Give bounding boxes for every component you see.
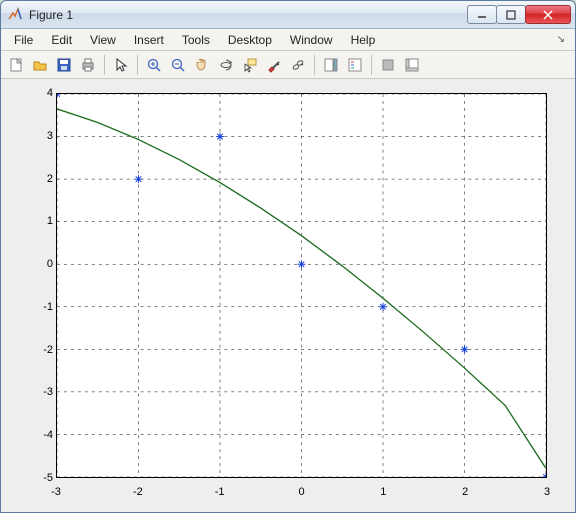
- save-button[interactable]: [53, 54, 75, 76]
- pointer-button[interactable]: [110, 54, 132, 76]
- zoom-in-button[interactable]: [143, 54, 165, 76]
- rotate-3d-button[interactable]: [215, 54, 237, 76]
- pan-button[interactable]: [191, 54, 213, 76]
- show-plot-tools-button[interactable]: [401, 54, 423, 76]
- menu-edit[interactable]: Edit: [42, 31, 81, 49]
- marker-data-points: [135, 175, 143, 183]
- menu-window[interactable]: Window: [281, 31, 342, 49]
- x-tick-label: 1: [369, 486, 397, 498]
- menu-view[interactable]: View: [81, 31, 125, 49]
- menu-file[interactable]: File: [5, 31, 42, 49]
- window-title: Figure 1: [29, 8, 468, 22]
- brush-button[interactable]: [263, 54, 285, 76]
- menu-help[interactable]: Help: [342, 31, 385, 49]
- link-button[interactable]: [287, 54, 309, 76]
- menu-overflow-icon[interactable]: ↘: [551, 34, 571, 45]
- maximize-button[interactable]: [496, 5, 526, 24]
- matlab-icon: [7, 7, 23, 23]
- figure-canvas[interactable]: -5 -4 -3 -2 -1 0 1 2 3 4 -3 -2 -1 0 1 2 3: [1, 79, 575, 512]
- plot-svg: [57, 94, 546, 477]
- y-tick-label: -3: [25, 386, 53, 398]
- marker-data-points: [461, 345, 469, 353]
- menu-tools[interactable]: Tools: [173, 31, 219, 49]
- insert-colorbar-button[interactable]: [320, 54, 342, 76]
- print-button[interactable]: [77, 54, 99, 76]
- close-button[interactable]: [525, 5, 571, 24]
- x-tick-label: 2: [451, 486, 479, 498]
- x-tick-label: -3: [42, 486, 70, 498]
- x-tick-label: -1: [206, 486, 234, 498]
- marker-data-points: [298, 260, 306, 268]
- zoom-out-button[interactable]: [167, 54, 189, 76]
- window-controls: [468, 5, 571, 24]
- new-figure-button[interactable]: [5, 54, 27, 76]
- y-tick-label: -4: [25, 429, 53, 441]
- menu-bar: File Edit View Insert Tools Desktop Wind…: [1, 29, 575, 51]
- open-button[interactable]: [29, 54, 51, 76]
- marker-data-points: [379, 303, 387, 311]
- axes[interactable]: [56, 93, 547, 478]
- x-tick-label: 0: [288, 486, 316, 498]
- menu-desktop[interactable]: Desktop: [219, 31, 281, 49]
- y-tick-label: -1: [25, 301, 53, 313]
- toolbar-separator: [104, 55, 105, 75]
- y-tick-label: 1: [25, 215, 53, 227]
- y-tick-label: 0: [25, 258, 53, 270]
- toolbar-separator: [137, 55, 138, 75]
- figure-window: Figure 1 File Edit View Insert Tools Des…: [0, 0, 576, 513]
- data-cursor-button[interactable]: [239, 54, 261, 76]
- minimize-button[interactable]: [467, 5, 497, 24]
- menu-insert[interactable]: Insert: [125, 31, 173, 49]
- marker-data-points: [57, 94, 61, 98]
- y-tick-label: -2: [25, 344, 53, 356]
- x-tick-label: 3: [533, 486, 561, 498]
- x-tick-label: -2: [124, 486, 152, 498]
- y-tick-label: 2: [25, 173, 53, 185]
- toolbar-separator: [371, 55, 372, 75]
- insert-legend-button[interactable]: [344, 54, 366, 76]
- hide-plot-tools-button[interactable]: [377, 54, 399, 76]
- y-tick-label: 4: [25, 87, 53, 99]
- marker-data-points: [542, 473, 546, 477]
- toolbar-separator: [314, 55, 315, 75]
- title-bar[interactable]: Figure 1: [1, 1, 575, 29]
- marker-data-points: [216, 133, 224, 141]
- toolbar: [1, 51, 575, 79]
- y-tick-label: -5: [25, 472, 53, 484]
- y-tick-label: 3: [25, 130, 53, 142]
